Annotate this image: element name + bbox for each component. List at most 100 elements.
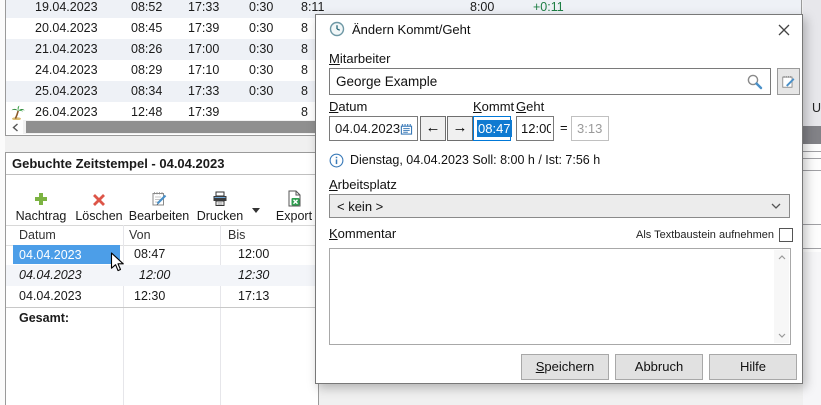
vertical-scrollbar[interactable]: [774, 250, 789, 343]
right-strip-band: [803, 126, 821, 144]
right-strip-bottom: [803, 252, 821, 405]
mitarbeiter-label-accesskey: M: [329, 51, 340, 66]
textbaustein-checkbox[interactable]: [779, 228, 793, 242]
column-header-datum[interactable]: Datum: [19, 226, 56, 245]
scroll-up-icon[interactable]: [774, 250, 789, 265]
previous-day-button[interactable]: ←: [420, 116, 446, 141]
work-cell: 8: [301, 81, 308, 102]
geht-input-wrap: [516, 116, 554, 141]
kommt-label-accesskey: K: [473, 99, 482, 114]
von-cell: 12:00: [139, 265, 170, 286]
app-screen: 19.04.2023 08:52 17:33 0:30 8:11 8:00 +0…: [0, 0, 821, 405]
right-panel-fragment: U: [803, 0, 821, 405]
table-row[interactable]: 04.04.2023 12:00 12:30: [6, 265, 318, 286]
mouse-cursor: [110, 252, 125, 273]
loeschen-label: Löschen: [75, 209, 122, 223]
time-in-cell: 08:29: [131, 60, 162, 81]
kommentar-label-accesskey: K: [329, 226, 338, 241]
pause-cell: 0:30: [249, 60, 273, 81]
toolbar: Nachtrag Löschen Bearb: [6, 176, 318, 224]
pause-cell: 0:30: [249, 81, 273, 102]
kommentar-label-rest: ommentar: [338, 226, 397, 241]
divider: [803, 224, 821, 225]
date-cell: 25.04.2023: [35, 81, 98, 102]
next-day-button[interactable]: →: [447, 116, 473, 141]
drucken-label: Drucken: [197, 209, 244, 223]
divider: [803, 151, 821, 152]
duration-value: 3:13: [577, 121, 602, 136]
divider: [803, 170, 821, 171]
speichern-button[interactable]: Speichern: [521, 354, 609, 380]
work-cell: 8: [301, 60, 308, 81]
arbeitsplatz-value: < kein >: [330, 199, 771, 214]
bis-cell: 12:00: [238, 244, 269, 265]
nachtrag-label: Nachtrag: [16, 209, 67, 223]
day-info-row: Dienstag, 04.04.2023 Soll: 8:00 h / Ist:…: [329, 152, 600, 168]
drucken-button[interactable]: Drucken: [192, 179, 248, 223]
total-row: Gesamt:: [6, 307, 318, 329]
pause-cell: 0:30: [249, 39, 273, 60]
arbeitsplatz-select[interactable]: < kein >: [329, 194, 790, 218]
datum-label: Datum: [329, 99, 367, 114]
nachtrag-button[interactable]: Nachtrag: [12, 179, 70, 223]
time-out-cell: 17:00: [188, 39, 219, 60]
mitarbeiter-label: Mitarbeiter: [329, 51, 390, 66]
column-header-bis[interactable]: Bis: [228, 226, 245, 245]
kommt-label: Kommt: [473, 99, 514, 114]
close-icon[interactable]: [772, 19, 796, 41]
work-cell: 8: [301, 39, 308, 60]
pause-cell: 0:30: [249, 18, 273, 39]
delete-x-icon: [92, 187, 106, 207]
kommt-label-rest: ommt: [482, 99, 515, 114]
abbruch-button[interactable]: Abbruch: [615, 354, 703, 380]
plus-icon: [33, 187, 49, 207]
duration-output: 3:13: [571, 116, 609, 141]
work-cell: 8: [301, 18, 308, 39]
time-out-cell: 17:10: [188, 60, 219, 81]
time-in-cell: 08:34: [131, 81, 162, 102]
von-cell: 12:30: [134, 286, 165, 307]
time-out-cell: 17:33: [188, 0, 219, 18]
scroll-down-icon[interactable]: [774, 328, 789, 343]
scroll-left-button[interactable]: [7, 120, 23, 134]
datum-input[interactable]: 04.04.2023: [329, 116, 418, 141]
booked-timestamps-panel: Gebuchte Zeitstempel - 04.04.2023 Nachtr…: [5, 152, 319, 405]
table-row[interactable]: 04.04.2023 08:47 12:00: [6, 244, 318, 265]
bis-cell: 17:13: [238, 286, 269, 307]
hilfe-button[interactable]: Hilfe: [709, 354, 797, 380]
dialog-title: Ändern Kommt/Geht: [352, 22, 471, 38]
pause-cell: 0:30: [249, 0, 273, 18]
edit-employee-button[interactable]: [777, 68, 800, 95]
search-icon[interactable]: [746, 73, 764, 91]
export-button[interactable]: Export: [270, 179, 318, 223]
textbaustein-label: Als Textbaustein aufnehmen: [524, 229, 774, 241]
geht-input[interactable]: [516, 116, 554, 141]
time-out-cell: 17:33: [188, 81, 219, 102]
speichern-rest: peichern: [544, 359, 594, 374]
table-row[interactable]: 04.04.2023 12:30 17:13: [6, 286, 318, 307]
date-cell: 19.04.2023: [35, 0, 98, 18]
print-dropdown-arrow-icon[interactable]: [252, 208, 260, 213]
mitarbeiter-input[interactable]: [330, 74, 746, 89]
column-header-von[interactable]: Von: [129, 226, 151, 245]
selected-cell[interactable]: 04.04.2023: [13, 245, 120, 264]
geht-label-rest: eht: [526, 99, 544, 114]
arbeitsplatz-label-rest: rbeitsplatz: [338, 177, 397, 192]
export-label: Export: [276, 209, 312, 223]
equals-sign: =: [560, 120, 568, 135]
mitarbeiter-field-wrap: [329, 68, 771, 95]
calendar-icon[interactable]: [400, 122, 413, 136]
datum-cell: 04.04.2023: [19, 245, 82, 266]
excel-export-icon: [286, 187, 302, 207]
datum-cell: 04.04.2023: [19, 265, 82, 286]
kommentar-textarea[interactable]: [329, 248, 791, 345]
time-out-cell: 17:39: [188, 18, 219, 39]
bearbeiten-button[interactable]: Bearbeiten: [128, 179, 190, 223]
mitarbeiter-label-rest: itarbeiter: [340, 51, 391, 66]
loeschen-button[interactable]: Löschen: [70, 179, 128, 223]
datum-cell: 04.04.2023: [19, 286, 82, 307]
kommt-input[interactable]: 08:47: [473, 116, 511, 141]
chevron-left-icon: [12, 123, 19, 132]
kommt-value-selected: 08:47: [477, 120, 512, 137]
arbeitsplatz-label-accesskey: A: [329, 177, 338, 192]
